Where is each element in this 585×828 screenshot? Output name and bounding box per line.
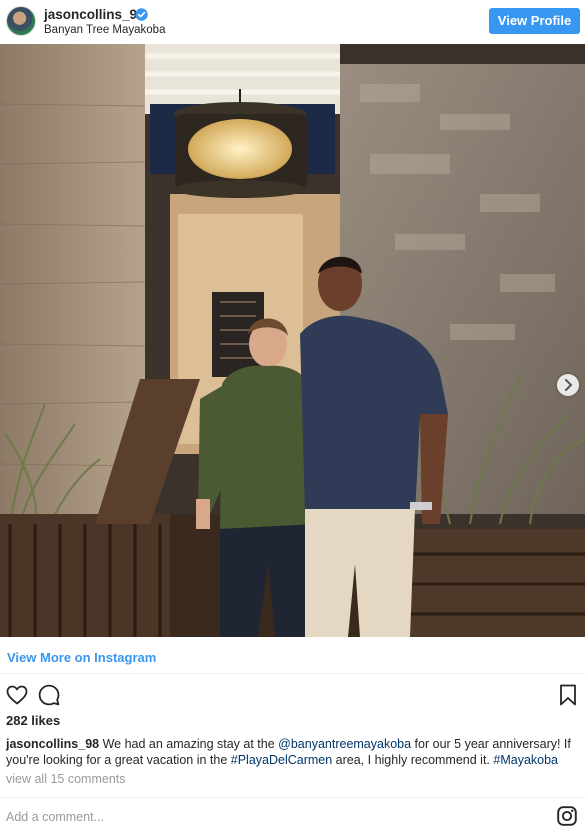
hashtag-link[interactable]: #PlayaDelCarmen: [231, 753, 332, 767]
view-more-link[interactable]: View More on Instagram: [7, 650, 156, 665]
mention-link[interactable]: @banyantreemayakoba: [278, 737, 411, 751]
instagram-logo-icon[interactable]: [557, 806, 577, 826]
post-photo[interactable]: [0, 44, 585, 637]
divider: [0, 673, 585, 674]
next-photo-button[interactable]: [557, 374, 579, 396]
verified-badge-icon: [135, 8, 148, 21]
caption-username[interactable]: jasoncollins_98: [6, 737, 99, 751]
bookmark-icon[interactable]: [556, 683, 580, 707]
chevron-right-icon: [565, 379, 572, 391]
caption-text: area, I highly recommend it.: [332, 753, 494, 767]
caption-text: We had an amazing stay at the: [99, 737, 279, 751]
post-header: jasoncollins_98 Banyan Tree Mayakoba Vie…: [0, 0, 585, 44]
divider: [0, 797, 585, 798]
view-profile-button[interactable]: View Profile: [489, 8, 580, 34]
likes-count[interactable]: 282 likes: [6, 713, 60, 728]
heart-icon[interactable]: [5, 683, 29, 707]
hashtag-link[interactable]: #Mayakoba: [493, 753, 558, 767]
view-all-comments-link[interactable]: view all 15 comments: [6, 772, 126, 786]
location-link[interactable]: Banyan Tree Mayakoba: [44, 23, 165, 37]
post-caption: jasoncollins_98 We had an amazing stay a…: [6, 736, 578, 768]
username[interactable]: jasoncollins_98: [44, 7, 145, 23]
photo-illustration: [0, 44, 585, 637]
add-comment-input[interactable]: Add a comment...: [6, 810, 104, 824]
comment-icon[interactable]: [37, 683, 61, 707]
avatar[interactable]: [6, 6, 36, 36]
